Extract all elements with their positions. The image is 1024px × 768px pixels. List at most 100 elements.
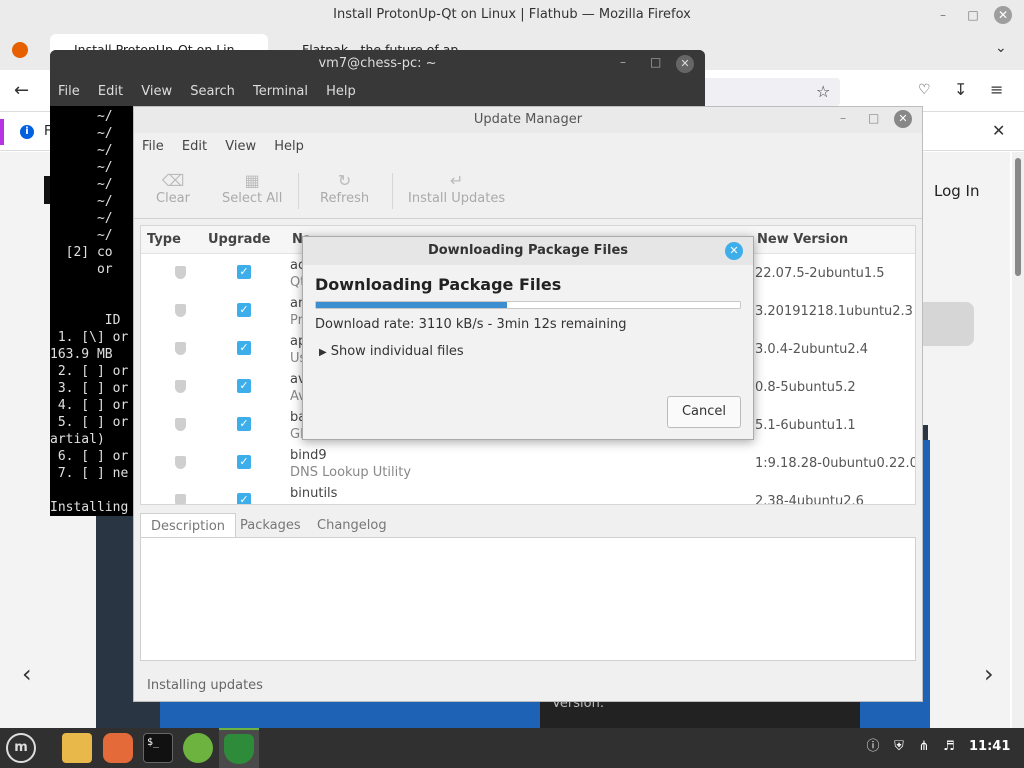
upgrade-checkbox[interactable]: ✓ (237, 455, 251, 469)
download-progress-bar (315, 301, 741, 309)
login-link[interactable]: Log In (934, 182, 980, 200)
toolbar-separator (298, 173, 299, 209)
terminal-line: Installing (50, 500, 129, 515)
um-menu-file[interactable]: File (142, 139, 164, 154)
table-row[interactable]: ✓ bind9 DNS Lookup Utility 1:9.18.28-0ub… (141, 446, 915, 484)
dialog-title: Downloading Package Files (303, 237, 753, 265)
terminal-menu-help[interactable]: Help (326, 84, 356, 99)
terminal-menu-terminal[interactable]: Terminal (253, 84, 308, 99)
terminal-line: 163.9 MB (50, 347, 113, 362)
clock[interactable]: 11:41 (969, 739, 1010, 754)
col-upgrade[interactable]: Upgrade (208, 226, 270, 254)
minimize-icon[interactable]: – (934, 6, 952, 24)
updates-tray-icon[interactable]: ⓘ (864, 738, 882, 756)
refresh-button[interactable]: ↻ Refresh (320, 171, 369, 206)
terminal-line: 7. [ ] ne (50, 466, 129, 481)
select-all-button[interactable]: ▦ Select All (222, 171, 282, 206)
dialog-close-icon[interactable]: ✕ (725, 242, 743, 260)
upgrade-checkbox[interactable]: ✓ (237, 265, 251, 279)
toolbar-separator (392, 173, 393, 209)
terminal-line: ~/ (50, 228, 113, 243)
table-row[interactable]: ✓ binutils 2.38-4ubuntu2.6 (141, 484, 915, 504)
download-dialog: Downloading Package Files ✕ Downloading … (302, 236, 754, 440)
bookmark-star-icon[interactable]: ☆ (816, 82, 830, 101)
terminal-close-icon[interactable]: ✕ (676, 55, 694, 73)
shield-icon (175, 304, 186, 317)
shield-icon (175, 380, 186, 393)
um-close-icon[interactable]: ✕ (894, 110, 912, 128)
tab-packages[interactable]: Packages (230, 513, 311, 539)
update-manager-taskbar-button[interactable] (219, 728, 259, 768)
upgrade-checkbox[interactable]: ✓ (237, 379, 251, 393)
download-progress-fill (316, 302, 507, 308)
um-menu-help[interactable]: Help (274, 139, 304, 154)
status-text: Installing updates (147, 678, 263, 693)
firefox-icon[interactable] (103, 733, 133, 763)
mint-menu-icon[interactable]: m (6, 733, 36, 763)
tab-changelog[interactable]: Changelog (307, 513, 397, 539)
scrollbar-thumb[interactable] (1015, 158, 1021, 276)
hamburger-menu-icon[interactable]: ≡ (990, 80, 1003, 99)
terminal-minimize-icon[interactable]: – (620, 55, 626, 69)
firefox-menu-icon[interactable] (12, 42, 28, 58)
terminal-line: 3. [ ] or (50, 381, 129, 396)
terminal-line: ~/ (50, 177, 113, 192)
upgrade-checkbox[interactable]: ✓ (237, 341, 251, 355)
triangle-right-icon: ▶ (319, 347, 327, 358)
terminal-menu-edit[interactable]: Edit (98, 84, 123, 99)
description-panel (140, 537, 916, 661)
close-icon[interactable]: ✕ (994, 6, 1012, 24)
um-toolbar: ⌫ Clear ▦ Select All ↻ Refresh ↵ Install… (134, 161, 922, 219)
info-icon: i (20, 125, 34, 139)
install-updates-button[interactable]: ↵ Install Updates (408, 171, 505, 206)
shield-icon (175, 342, 186, 355)
um-minimize-icon[interactable]: – (840, 111, 846, 125)
carousel-prev-icon[interactable]: ‹ (22, 660, 32, 688)
shield-icon (175, 494, 186, 504)
terminal-menu-file[interactable]: File (58, 84, 80, 99)
download-icon[interactable]: ↧ (954, 80, 967, 99)
url-bar[interactable]: ☆ (700, 78, 840, 106)
terminal-line: ~/ (50, 126, 113, 141)
network-icon[interactable]: ⋔ (915, 738, 933, 756)
maximize-icon[interactable]: □ (964, 6, 982, 24)
terminal-icon[interactable]: $_ (143, 733, 173, 763)
upgrade-checkbox[interactable]: ✓ (237, 493, 251, 504)
volume-icon[interactable]: ♬ (940, 738, 958, 756)
um-maximize-icon[interactable]: □ (868, 111, 879, 125)
cancel-button[interactable]: Cancel (667, 396, 741, 428)
install-icon: ↵ (449, 171, 464, 190)
apps-grid-icon[interactable] (183, 733, 213, 763)
upgrade-checkbox[interactable]: ✓ (237, 417, 251, 431)
terminal-menu-search[interactable]: Search (190, 84, 235, 99)
um-menu-view[interactable]: View (225, 139, 256, 154)
terminal-line: artial) (50, 432, 105, 447)
terminal-menu-bar: File Edit View Search Terminal Help (50, 78, 705, 106)
terminal-line: 2. [ ] or (50, 364, 129, 379)
clear-button[interactable]: ⌫ Clear (156, 171, 190, 206)
tab-description[interactable]: Description (140, 513, 237, 539)
terminal-line: or (50, 262, 113, 277)
um-menu-edit[interactable]: Edit (182, 139, 207, 154)
terminal-maximize-icon[interactable]: □ (650, 55, 661, 69)
shield-tray-icon[interactable]: ⛨ (890, 738, 908, 756)
um-menu-bar: File Edit View Help (134, 133, 922, 161)
carousel-next-icon[interactable]: › (984, 660, 994, 688)
back-arrow-icon[interactable]: ← (14, 80, 29, 101)
files-icon[interactable] (62, 733, 92, 763)
col-type[interactable]: Type (147, 226, 181, 254)
upgrade-checkbox[interactable]: ✓ (237, 303, 251, 317)
update-manager-title: Update Manager (134, 107, 922, 133)
terminal-line: ~/ (50, 211, 113, 226)
terminal-menu-view[interactable]: View (141, 84, 172, 99)
terminal-line: ID (50, 313, 121, 328)
terminal-line: 5. [ ] or (50, 415, 129, 430)
col-new-version[interactable]: New Version (757, 226, 848, 254)
show-files-expander[interactable]: ▶ Show individual files (319, 344, 464, 359)
pocket-icon[interactable]: ♡ (918, 82, 931, 98)
notif-close-icon[interactable]: ✕ (992, 121, 1005, 140)
taskbar: m $_ ⓘ ⛨ ⋔ ♬ 11:41 (0, 728, 1024, 768)
chevron-down-icon[interactable]: ⌄ (995, 40, 1007, 56)
terminal-line: ~/ (50, 143, 113, 158)
terminal-line: ~/ (50, 109, 113, 124)
